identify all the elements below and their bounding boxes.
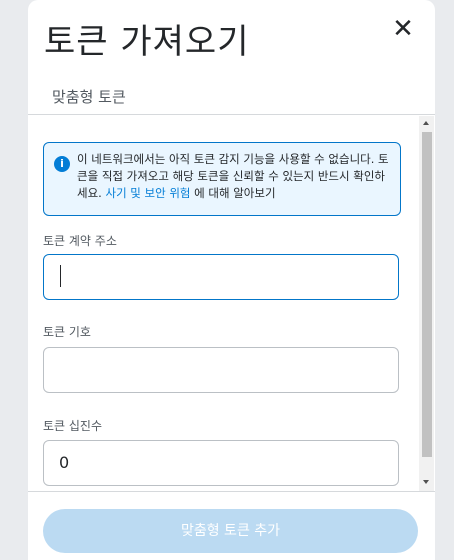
notice-text: 이 네트워크에서는 아직 토큰 감지 기능을 사용할 수 없습니다. 토큰을 직…	[77, 151, 395, 202]
dialog-title: 토큰 가져오기	[44, 22, 250, 62]
token-symbol-label: 토큰 기호	[43, 325, 91, 339]
form-scroll-area: i 이 네트워크에서는 아직 토큰 감지 기능을 사용할 수 없습니다. 토큰을…	[28, 115, 435, 491]
scam-risk-link[interactable]: 사기 및 보안 위험	[105, 186, 190, 200]
scroll-up-arrow-icon[interactable]	[423, 121, 429, 125]
text-caret	[60, 265, 61, 287]
notice-text-after: 에 대해 알아보기	[190, 186, 276, 200]
token-address-label: 토큰 계약 주소	[43, 234, 117, 248]
token-address-input[interactable]	[43, 254, 399, 300]
dialog-header: 토큰 가져오기 ✕ 맞춤형 토큰	[28, 0, 435, 115]
token-detection-notice: i 이 네트워크에서는 아직 토큰 감지 기능을 사용할 수 없습니다. 토큰을…	[43, 142, 401, 216]
dialog-footer: 맞춤형 토큰 추가	[28, 491, 435, 560]
tab-custom-token[interactable]: 맞춤형 토큰	[52, 86, 126, 107]
add-custom-token-button[interactable]: 맞춤형 토큰 추가	[43, 509, 418, 553]
import-tokens-dialog: 토큰 가져오기 ✕ 맞춤형 토큰 i 이 네트워크에서는 아직 토큰 감지 기능…	[28, 0, 435, 560]
scrollbar-thumb[interactable]	[422, 132, 432, 457]
info-icon: i	[54, 156, 70, 172]
scroll-down-arrow-icon[interactable]	[423, 480, 429, 484]
close-icon[interactable]: ✕	[390, 16, 416, 42]
token-decimals-input[interactable]: 0	[43, 440, 399, 486]
token-decimals-label: 토큰 십진수	[43, 419, 103, 433]
token-symbol-input[interactable]	[43, 347, 399, 393]
